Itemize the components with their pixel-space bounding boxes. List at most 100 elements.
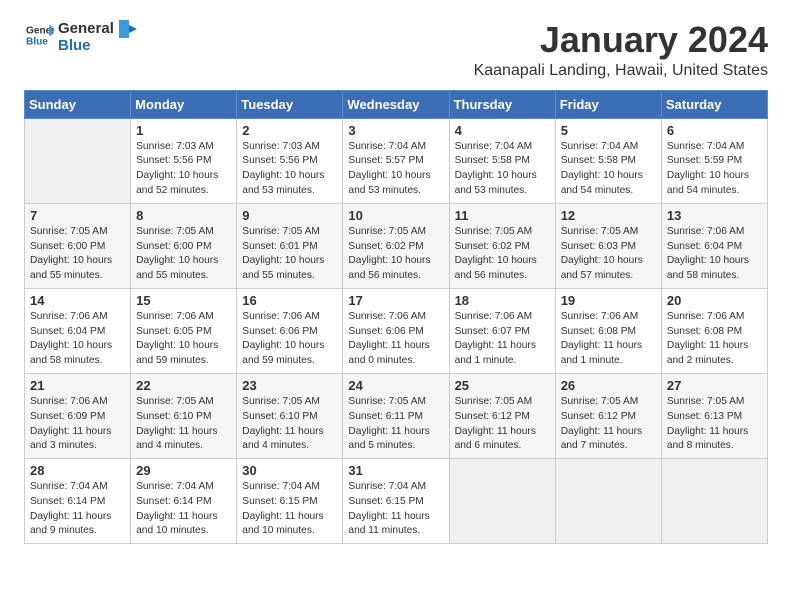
logo: General Blue General Blue bbox=[24, 20, 137, 55]
calendar-cell: 9 Sunrise: 7:05 AMSunset: 6:01 PMDaylight… bbox=[237, 203, 343, 288]
day-info: Sunrise: 7:05 AMSunset: 6:00 PMDaylight:… bbox=[136, 225, 231, 284]
day-info: Sunrise: 7:06 AMSunset: 6:07 PMDaylight:… bbox=[455, 310, 550, 369]
day-number: 26 bbox=[561, 378, 656, 393]
day-info: Sunrise: 7:05 AMSunset: 6:02 PMDaylight:… bbox=[455, 225, 550, 284]
day-info: Sunrise: 7:05 AMSunset: 6:11 PMDaylight:… bbox=[348, 395, 443, 454]
day-number: 4 bbox=[455, 123, 550, 138]
calendar-cell: 21 Sunrise: 7:06 AMSunset: 6:09 PMDayligh… bbox=[25, 373, 131, 458]
day-number: 11 bbox=[455, 208, 550, 223]
calendar-cell: 11 Sunrise: 7:05 AMSunset: 6:02 PMDayligh… bbox=[449, 203, 555, 288]
calendar-cell: 17 Sunrise: 7:06 AMSunset: 6:06 PMDayligh… bbox=[343, 288, 449, 373]
calendar-cell: 13Sunrise: 7:06 AMSunset: 6:04 PMDayligh… bbox=[661, 203, 767, 288]
logo-general: General bbox=[58, 20, 137, 38]
calendar-cell: 29Sunrise: 7:04 AMSunset: 6:14 PMDayligh… bbox=[131, 459, 237, 544]
calendar-cell: 23 Sunrise: 7:05 AMSunset: 6:10 PMDayligh… bbox=[237, 373, 343, 458]
day-number: 18 bbox=[455, 293, 550, 308]
calendar-cell: 22 Sunrise: 7:05 AMSunset: 6:10 PMDayligh… bbox=[131, 373, 237, 458]
day-number: 19 bbox=[561, 293, 656, 308]
svg-text:Blue: Blue bbox=[26, 36, 48, 47]
calendar-cell bbox=[661, 459, 767, 544]
day-info: Sunrise: 7:06 AMSunset: 6:04 PMDaylight:… bbox=[667, 225, 762, 284]
calendar-cell: 3 Sunrise: 7:04 AMSunset: 5:57 PMDaylight… bbox=[343, 118, 449, 203]
day-number: 20 bbox=[667, 293, 762, 308]
day-number: 24 bbox=[348, 378, 443, 393]
day-info: Sunrise: 7:05 AMSunset: 6:10 PMDaylight:… bbox=[242, 395, 337, 454]
day-number: 22 bbox=[136, 378, 231, 393]
day-number: 2 bbox=[242, 123, 337, 138]
day-info: Sunrise: 7:06 AMSunset: 6:08 PMDaylight:… bbox=[561, 310, 656, 369]
day-info: Sunrise: 7:06 AMSunset: 6:06 PMDaylight:… bbox=[242, 310, 337, 369]
calendar-cell: 7 Sunrise: 7:05 AMSunset: 6:00 PMDaylight… bbox=[25, 203, 131, 288]
day-number: 3 bbox=[348, 123, 443, 138]
calendar-cell: 19 Sunrise: 7:06 AMSunset: 6:08 PMDayligh… bbox=[555, 288, 661, 373]
calendar-cell: 24 Sunrise: 7:05 AMSunset: 6:11 PMDayligh… bbox=[343, 373, 449, 458]
weekday-header: Wednesday bbox=[343, 90, 449, 118]
calendar-cell: 16Sunrise: 7:06 AMSunset: 6:06 PMDayligh… bbox=[237, 288, 343, 373]
day-info: Sunrise: 7:04 AMSunset: 5:57 PMDaylight:… bbox=[348, 140, 443, 199]
location-title: Kaanapali Landing, Hawaii, United States bbox=[474, 62, 768, 80]
day-number: 1 bbox=[136, 123, 231, 138]
title-area: January 2024 Kaanapali Landing, Hawaii, … bbox=[474, 20, 768, 80]
month-title: January 2024 bbox=[474, 20, 768, 60]
logo-blue: Blue bbox=[58, 38, 137, 55]
calendar-cell bbox=[555, 459, 661, 544]
calendar-cell: 6Sunrise: 7:04 AMSunset: 5:59 PMDaylight… bbox=[661, 118, 767, 203]
day-number: 23 bbox=[242, 378, 337, 393]
day-info: Sunrise: 7:05 AMSunset: 6:00 PMDaylight:… bbox=[30, 225, 125, 284]
weekday-header: Thursday bbox=[449, 90, 555, 118]
day-info: Sunrise: 7:06 AMSunset: 6:06 PMDaylight:… bbox=[348, 310, 443, 369]
weekday-header: Tuesday bbox=[237, 90, 343, 118]
day-info: Sunrise: 7:05 AMSunset: 6:03 PMDaylight:… bbox=[561, 225, 656, 284]
weekday-header: Monday bbox=[131, 90, 237, 118]
day-info: Sunrise: 7:04 AMSunset: 5:58 PMDaylight:… bbox=[455, 140, 550, 199]
calendar-cell: 26 Sunrise: 7:05 AMSunset: 6:12 PMDayligh… bbox=[555, 373, 661, 458]
calendar-cell: 14 Sunrise: 7:06 AMSunset: 6:04 PMDayligh… bbox=[25, 288, 131, 373]
day-number: 7 bbox=[30, 208, 125, 223]
day-info: Sunrise: 7:04 AMSunset: 5:58 PMDaylight:… bbox=[561, 140, 656, 199]
day-info: Sunrise: 7:06 AMSunset: 6:09 PMDaylight:… bbox=[30, 395, 125, 454]
day-info: Sunrise: 7:06 AMSunset: 6:04 PMDaylight:… bbox=[30, 310, 125, 369]
day-number: 31 bbox=[348, 463, 443, 478]
day-info: Sunrise: 7:05 AMSunset: 6:02 PMDaylight:… bbox=[348, 225, 443, 284]
day-info: Sunrise: 7:03 AMSunset: 5:56 PMDaylight:… bbox=[242, 140, 337, 199]
day-number: 10 bbox=[348, 208, 443, 223]
calendar-cell: 31 Sunrise: 7:04 AMSunset: 6:15 PMDayligh… bbox=[343, 459, 449, 544]
day-info: Sunrise: 7:04 AMSunset: 6:15 PMDaylight:… bbox=[242, 480, 337, 539]
weekday-header: Sunday bbox=[25, 90, 131, 118]
day-number: 27 bbox=[667, 378, 762, 393]
calendar-cell: 4 Sunrise: 7:04 AMSunset: 5:58 PMDaylight… bbox=[449, 118, 555, 203]
weekday-header: Friday bbox=[555, 90, 661, 118]
calendar-cell: 1Sunrise: 7:03 AMSunset: 5:56 PMDaylight… bbox=[131, 118, 237, 203]
day-info: Sunrise: 7:05 AMSunset: 6:01 PMDaylight:… bbox=[242, 225, 337, 284]
calendar-cell: 8 Sunrise: 7:05 AMSunset: 6:00 PMDaylight… bbox=[131, 203, 237, 288]
calendar-cell: 2 Sunrise: 7:03 AMSunset: 5:56 PMDaylight… bbox=[237, 118, 343, 203]
day-info: Sunrise: 7:05 AMSunset: 6:12 PMDaylight:… bbox=[561, 395, 656, 454]
calendar-cell: 18 Sunrise: 7:06 AMSunset: 6:07 PMDayligh… bbox=[449, 288, 555, 373]
day-number: 14 bbox=[30, 293, 125, 308]
day-info: Sunrise: 7:04 AMSunset: 6:15 PMDaylight:… bbox=[348, 480, 443, 539]
day-info: Sunrise: 7:04 AMSunset: 6:14 PMDaylight:… bbox=[30, 480, 125, 539]
calendar-cell: 15Sunrise: 7:06 AMSunset: 6:05 PMDayligh… bbox=[131, 288, 237, 373]
day-info: Sunrise: 7:05 AMSunset: 6:12 PMDaylight:… bbox=[455, 395, 550, 454]
calendar-table: SundayMondayTuesdayWednesdayThursdayFrid… bbox=[24, 90, 768, 545]
day-number: 5 bbox=[561, 123, 656, 138]
day-number: 28 bbox=[30, 463, 125, 478]
day-number: 8 bbox=[136, 208, 231, 223]
calendar-cell: 20 Sunrise: 7:06 AMSunset: 6:08 PMDayligh… bbox=[661, 288, 767, 373]
logo-icon: General Blue bbox=[26, 21, 54, 49]
day-number: 17 bbox=[348, 293, 443, 308]
day-info: Sunrise: 7:04 AMSunset: 5:59 PMDaylight:… bbox=[667, 140, 762, 199]
day-number: 9 bbox=[242, 208, 337, 223]
day-info: Sunrise: 7:06 AMSunset: 6:08 PMDaylight:… bbox=[667, 310, 762, 369]
calendar-cell: 27 Sunrise: 7:05 AMSunset: 6:13 PMDayligh… bbox=[661, 373, 767, 458]
weekday-header: Saturday bbox=[661, 90, 767, 118]
calendar-cell bbox=[25, 118, 131, 203]
day-info: Sunrise: 7:05 AMSunset: 6:10 PMDaylight:… bbox=[136, 395, 231, 454]
day-number: 25 bbox=[455, 378, 550, 393]
calendar-cell: 25 Sunrise: 7:05 AMSunset: 6:12 PMDayligh… bbox=[449, 373, 555, 458]
logo-arrow-icon bbox=[119, 20, 137, 38]
day-number: 15 bbox=[136, 293, 231, 308]
day-number: 29 bbox=[136, 463, 231, 478]
day-info: Sunrise: 7:05 AMSunset: 6:13 PMDaylight:… bbox=[667, 395, 762, 454]
day-number: 21 bbox=[30, 378, 125, 393]
